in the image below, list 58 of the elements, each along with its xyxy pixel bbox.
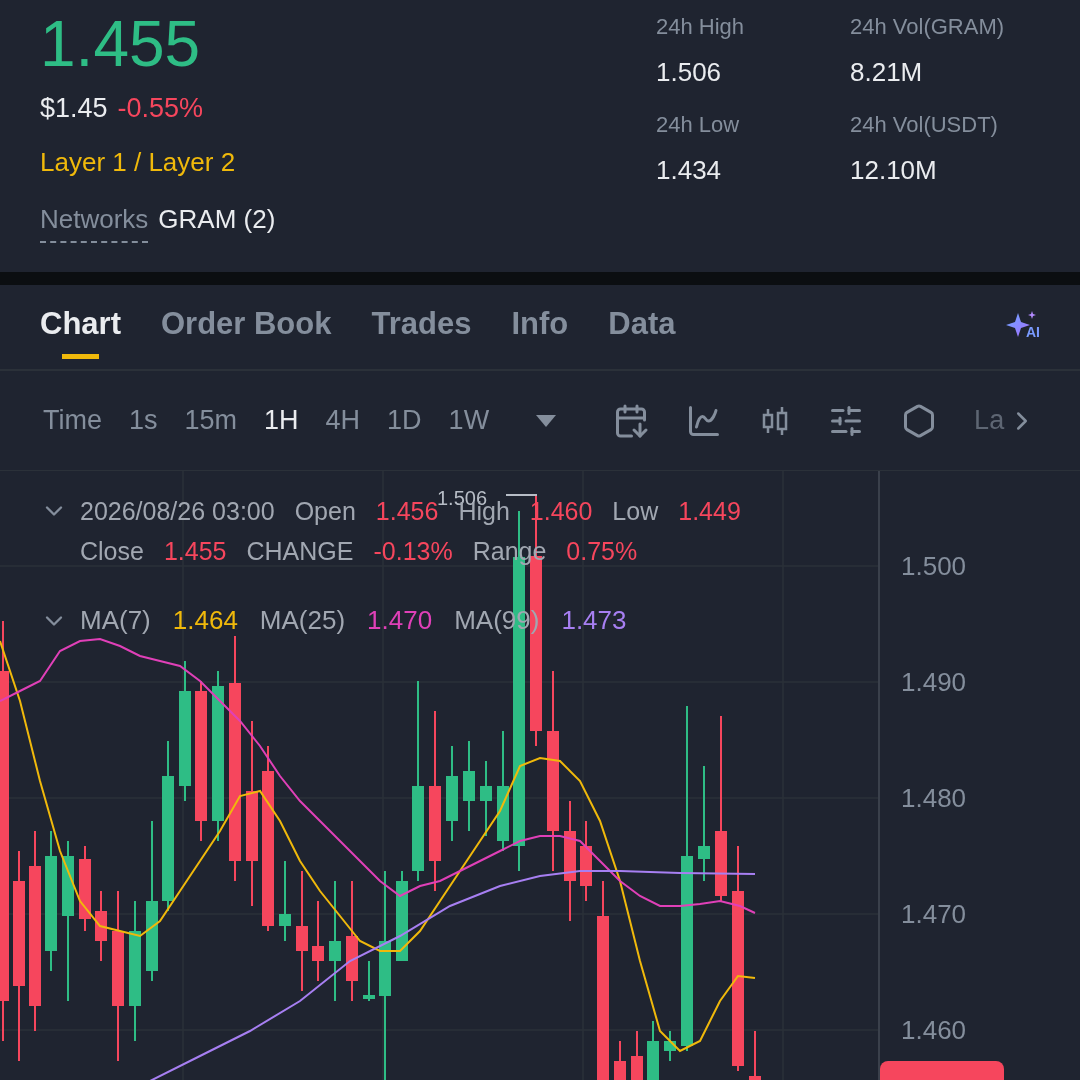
ma-value: 1.464 <box>172 604 238 637</box>
last-price: 1.455 <box>40 8 202 80</box>
ma-value: 1.470 <box>367 604 433 637</box>
interval-tab[interactable]: 1s <box>129 400 158 441</box>
ohlc-value: 0.75% <box>566 536 638 567</box>
ohlc-value: 1.456 <box>375 497 439 527</box>
candlestick <box>95 890 107 962</box>
interval-tab[interactable]: 1W <box>448 400 490 441</box>
stat-value: 1.434 <box>656 154 723 187</box>
interval-tab[interactable]: Time <box>43 400 102 441</box>
networks-label[interactable]: Networks <box>40 199 149 243</box>
interval-tab[interactable]: 4H <box>325 400 361 441</box>
candlestick <box>664 1030 676 1062</box>
ma-label: MA(25) <box>259 604 346 637</box>
ohlc-label: CHANGE <box>246 536 354 567</box>
ohlc-value: 1.449 <box>678 496 741 527</box>
tab[interactable]: Order Book <box>160 295 332 359</box>
calendar-icon[interactable] <box>613 402 650 439</box>
category-link[interactable]: Layer 1 / Layer 2 <box>40 142 276 182</box>
ohlc-label: Low <box>612 496 659 527</box>
candlestick <box>614 1040 626 1080</box>
ma-value: 1.473 <box>561 604 627 637</box>
stat-value: 12.10M <box>850 154 938 187</box>
price-change: -0.55% <box>117 92 204 125</box>
ohlc-value: -0.13% <box>373 536 453 567</box>
tab[interactable]: Data <box>608 295 676 359</box>
tab[interactable]: Chart <box>40 295 121 359</box>
price-axis-label: 1.500 <box>901 551 967 581</box>
networks-value: GRAM (2) <box>158 202 276 236</box>
ohlc-label: Close <box>80 536 144 567</box>
interval-tab[interactable]: 1D <box>387 400 422 441</box>
candlestick <box>749 1030 761 1080</box>
price-axis-label: 1.470 <box>901 899 967 929</box>
tab[interactable]: Trades <box>371 295 472 359</box>
stat-value: 8.21M <box>850 56 924 89</box>
candlestick <box>631 1030 643 1080</box>
interval-tab[interactable]: 1H <box>264 400 299 441</box>
price-axis-label: 1.460 <box>901 1015 967 1045</box>
ai-label[interactable]: AI <box>1026 322 1040 343</box>
stat-label: 24h Vol(GRAM) <box>850 13 1006 41</box>
layout-label[interactable]: La <box>974 400 1005 441</box>
interval-tab[interactable]: 15m <box>184 400 238 441</box>
tab[interactable]: Info <box>511 295 569 359</box>
stat-label: 24h High <box>656 13 746 41</box>
ma-label: MA(7) <box>80 604 151 637</box>
candlestick <box>363 960 375 1002</box>
price-axis-label: 1.490 <box>901 667 967 697</box>
usd-price: $1.45 <box>40 92 108 125</box>
price-axis-label: 1.480 <box>901 783 967 813</box>
dropdown-caret-icon[interactable] <box>536 414 557 427</box>
stat-label: 24h Low <box>656 111 741 139</box>
candle-date: 2026/08/26 03:00 <box>80 496 275 527</box>
ohlc-label: Open <box>294 496 356 527</box>
stat-value: 1.506 <box>656 56 723 89</box>
candlestick <box>647 1020 659 1080</box>
ohlc-value: 1.455 <box>163 536 227 567</box>
peak-marker-line <box>505 494 538 496</box>
stat-label: 24h Vol(USDT) <box>850 111 999 139</box>
